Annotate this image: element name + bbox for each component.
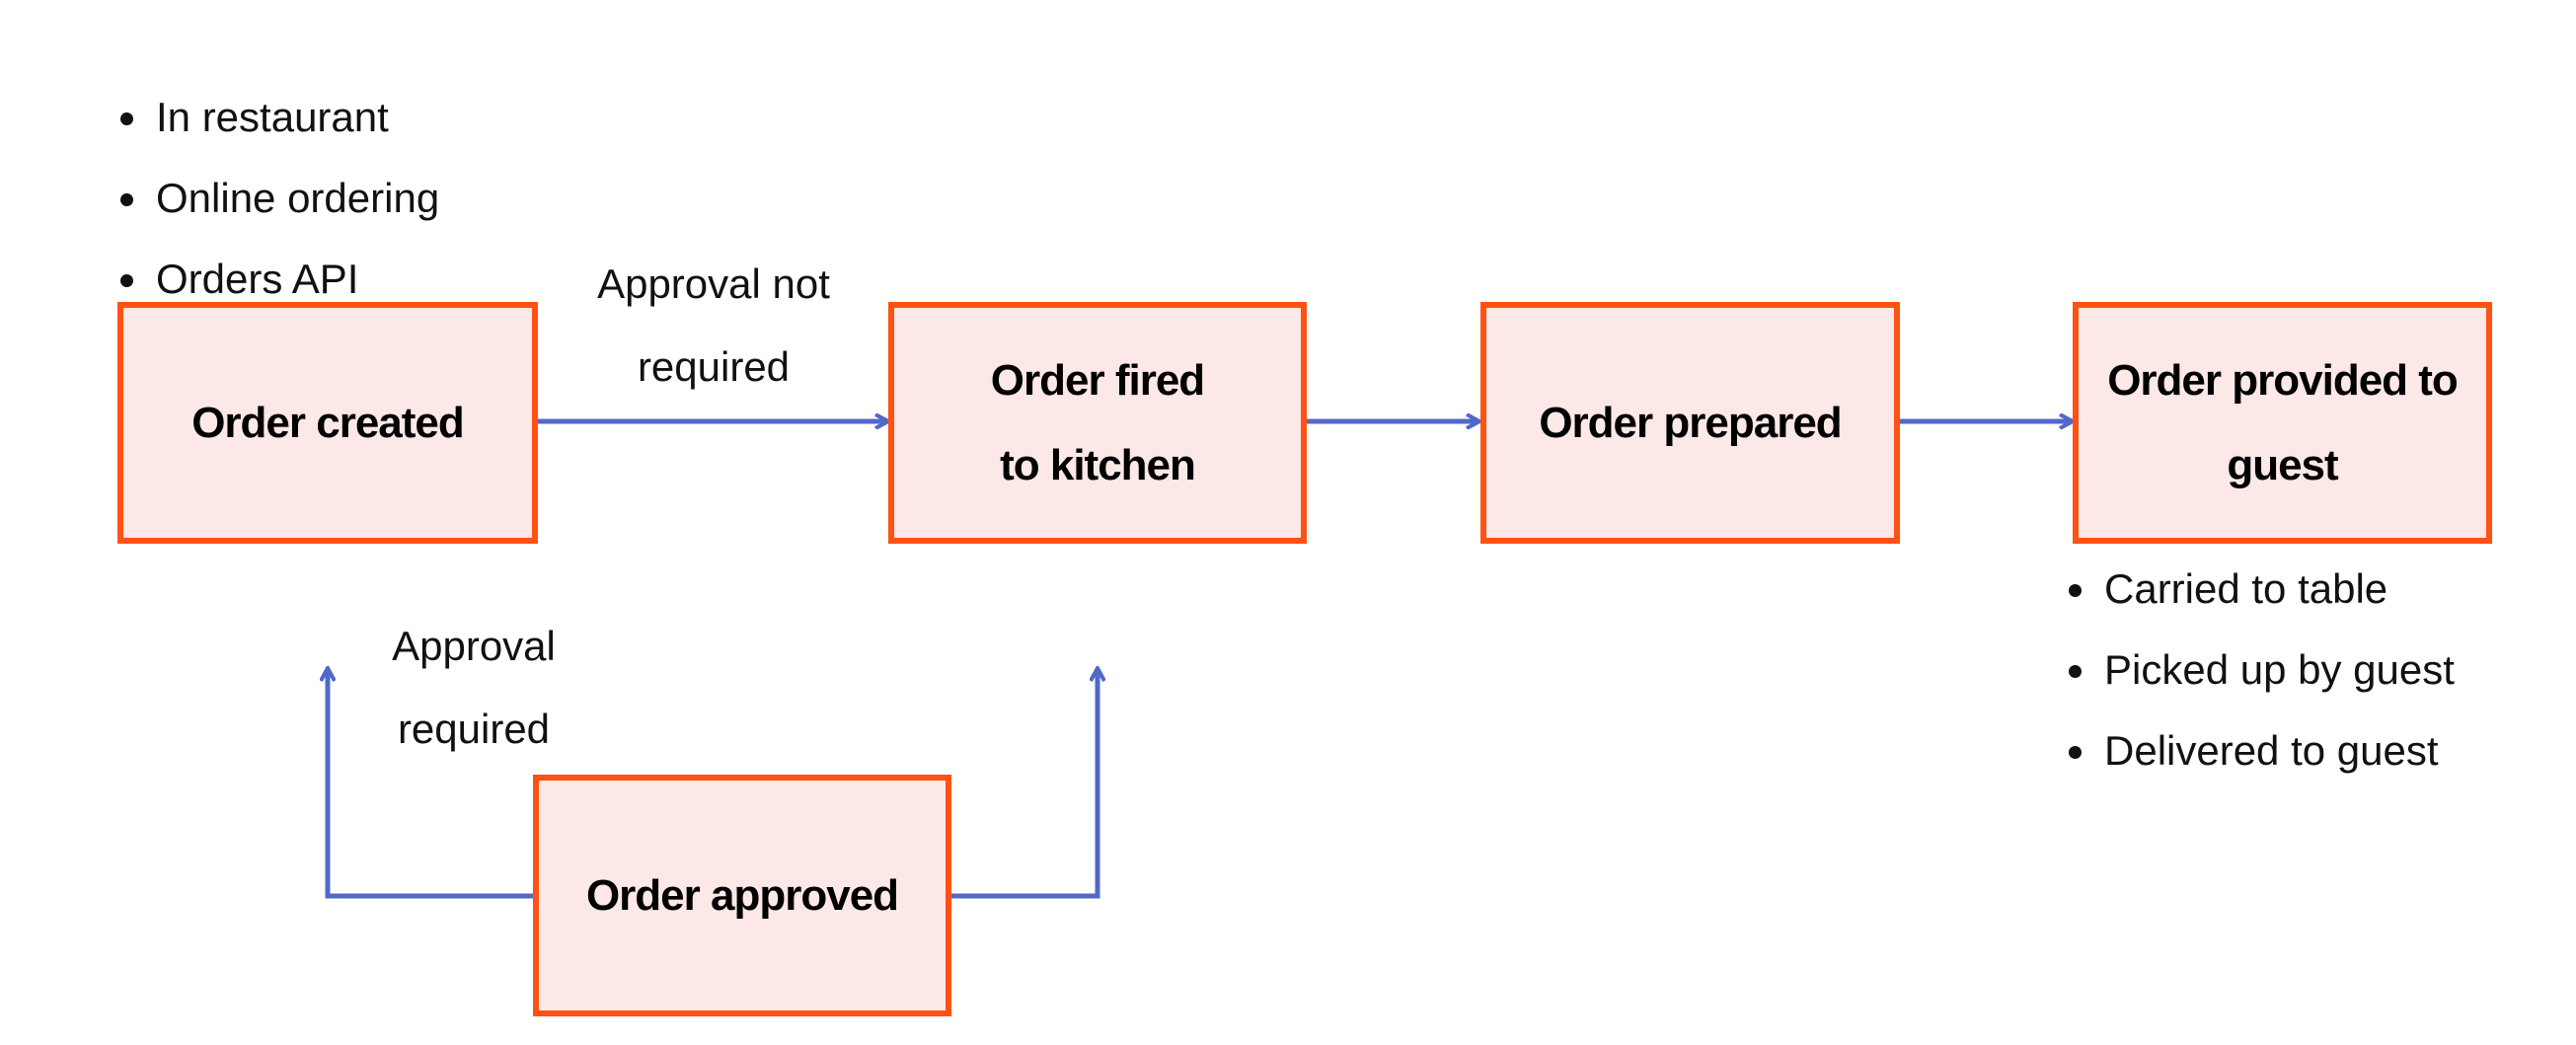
list-item: Carried to table [2100, 549, 2455, 630]
node-order-prepared: Order prepared [1480, 302, 1900, 544]
node-label: Order provided to guest [2107, 355, 2459, 489]
node-label: Order created [191, 398, 465, 447]
list-item: Delivered to guest [2100, 710, 2455, 791]
node-order-fired: Order fired to kitchen [888, 302, 1307, 544]
node-order-provided: Order provided to guest [2073, 302, 2492, 544]
edge-label-approval-required: Approval required [392, 623, 556, 752]
delivery-methods-list: Carried to table Picked up by guest Deli… [2053, 549, 2455, 791]
node-order-created: Order created [117, 302, 538, 544]
list-item: Picked up by guest [2100, 630, 2455, 710]
list-item: Online ordering [152, 158, 439, 239]
node-label: Order fired to kitchen [990, 355, 1205, 489]
node-order-approved: Order approved [533, 775, 951, 1016]
list-item: In restaurant [152, 77, 439, 158]
node-label: Order prepared [1539, 398, 1842, 447]
arrow-approved-to-fired [949, 669, 1098, 899]
order-sources-list: In restaurant Online ordering Orders API [105, 77, 439, 320]
node-label: Order approved [585, 870, 899, 920]
edge-label-approval-not-required: Approval not required [597, 261, 830, 390]
